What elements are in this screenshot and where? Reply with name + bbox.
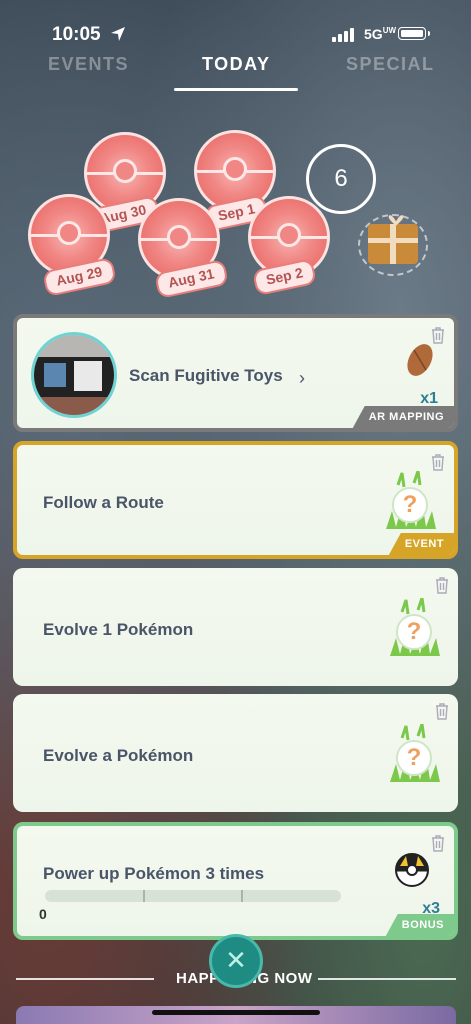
- task-card-ar-mapping[interactable]: Scan Fugitive Toys › x1 AR MAPPING: [13, 314, 458, 432]
- signal-icon: [332, 28, 354, 42]
- task-tag: BONUS: [385, 914, 454, 936]
- ultra-ball-icon: [395, 853, 429, 887]
- task-title: Scan Fugitive Toys: [129, 366, 283, 385]
- task-title: Follow a Route: [43, 493, 164, 512]
- tab-bar: EVENTS TODAY SPECIAL: [0, 52, 471, 92]
- battery-icon: [398, 27, 426, 40]
- task-title: Power up Pokémon 3 times: [43, 864, 265, 883]
- progress-value: 0: [39, 906, 47, 922]
- tab-events[interactable]: EVENTS: [48, 54, 129, 75]
- task-card-bonus[interactable]: Power up Pokémon 3 times 0 x3 BONUS: [13, 822, 458, 940]
- trash-icon[interactable]: [434, 576, 450, 599]
- streak-count: 6: [306, 144, 376, 214]
- task-tag: AR MAPPING: [352, 406, 454, 428]
- task-tag: EVENT: [388, 533, 454, 555]
- mystery-encounter-icon: ?: [388, 598, 442, 658]
- chevron-right-icon: ›: [299, 368, 305, 388]
- task-card[interactable]: Evolve 1 Pokémon ?: [13, 568, 458, 686]
- status-time: 10:05: [52, 24, 101, 45]
- close-icon: ✕: [225, 945, 247, 975]
- network-type: 5GUW: [364, 26, 397, 42]
- close-button[interactable]: ✕: [209, 934, 263, 988]
- active-tab-indicator: [174, 88, 298, 91]
- task-card[interactable]: Evolve a Pokémon ?: [13, 694, 458, 812]
- task-title: Evolve a Pokémon: [43, 746, 194, 765]
- reward-quantity: x1: [420, 390, 438, 407]
- task-title: Evolve 1 Pokémon: [43, 620, 194, 639]
- event-banner[interactable]: [16, 1006, 456, 1024]
- trash-icon[interactable]: [430, 834, 446, 857]
- mystery-encounter-icon: ?: [388, 724, 442, 784]
- tab-special[interactable]: SPECIAL: [346, 54, 435, 75]
- reward-box-icon[interactable]: [358, 214, 428, 276]
- nanab-berry-icon: [407, 344, 433, 376]
- location-arrow-icon: [110, 26, 126, 47]
- trash-icon[interactable]: [434, 702, 450, 725]
- status-bar: 10:05 5GUW: [0, 0, 471, 50]
- task-card-event[interactable]: Follow a Route ? EVENT: [13, 441, 458, 559]
- home-indicator[interactable]: [152, 1010, 320, 1015]
- pokestop-photo: [31, 332, 117, 418]
- mystery-encounter-icon: ?: [384, 471, 438, 531]
- tab-today[interactable]: TODAY: [202, 54, 271, 75]
- task-progress-bar: [45, 890, 341, 902]
